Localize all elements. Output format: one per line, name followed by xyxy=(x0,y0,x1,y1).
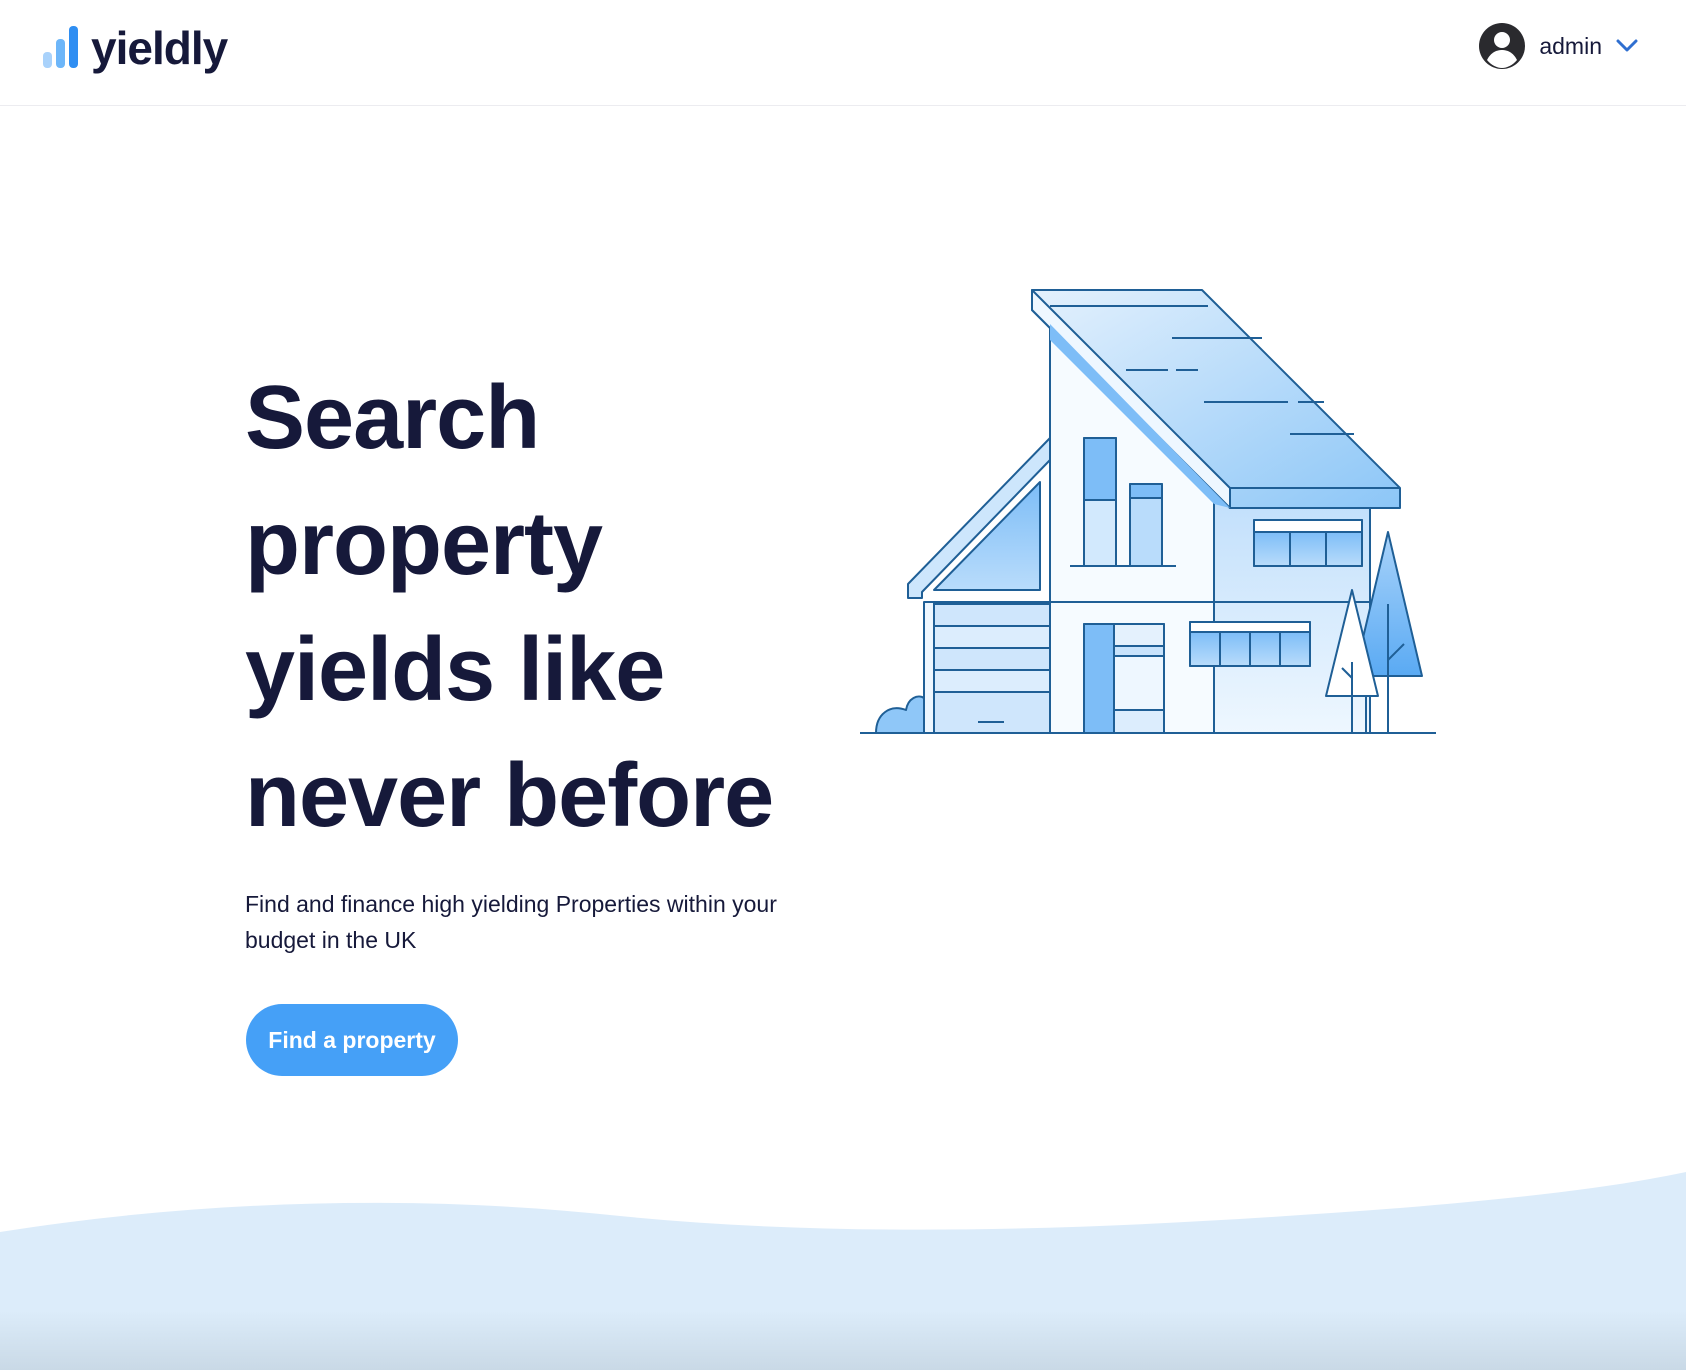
hero-title-line: never before xyxy=(245,746,774,846)
hero-title: Search property yields like never before xyxy=(245,355,865,859)
top-nav: yieldly admin xyxy=(0,0,1686,106)
house-illustration xyxy=(860,289,1436,734)
user-circle-icon xyxy=(1479,23,1526,69)
user-menu[interactable]: admin xyxy=(1478,22,1638,70)
hero-title-line: yields like xyxy=(245,620,665,720)
landing-page: yieldly admin Search property yields lik… xyxy=(0,0,1686,1370)
user-name: admin xyxy=(1539,32,1602,59)
hero-subtitle: Find and finance high yielding Propertie… xyxy=(245,891,777,953)
wave-decoration xyxy=(0,1172,1686,1370)
logo-text: yieldly xyxy=(91,22,228,74)
hero-title-line: Search xyxy=(245,368,540,468)
hero-title-line: property xyxy=(245,494,603,594)
logo-link[interactable]: yieldly xyxy=(43,20,228,76)
bar-chart-icon xyxy=(43,26,78,68)
find-property-button[interactable]: Find a property xyxy=(246,1004,458,1076)
chevron-down-icon[interactable] xyxy=(1616,39,1638,53)
